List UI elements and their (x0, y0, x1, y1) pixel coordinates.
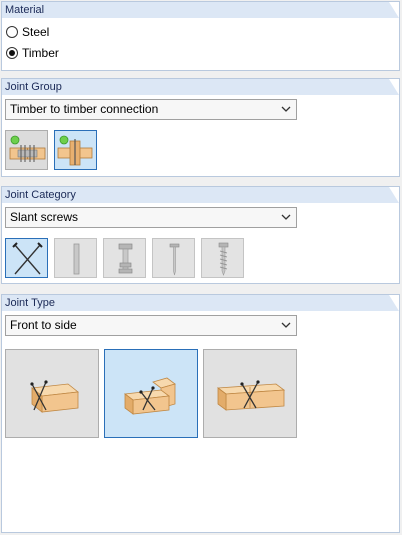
screw-button[interactable] (201, 238, 244, 278)
bolt-button[interactable] (103, 238, 146, 278)
beam-end-screws-icon (30, 380, 80, 413)
front-to-side-screws-icon (123, 377, 176, 415)
radio-timber-label: Timber (22, 46, 59, 60)
joint-type-option-3[interactable] (203, 349, 297, 438)
slant-screws-icon (12, 242, 43, 275)
radio-steel-indicator[interactable] (6, 26, 18, 38)
joint-category-dropdown[interactable]: Slant screws (5, 207, 297, 228)
chevron-down-icon (281, 322, 291, 328)
timber-splice-plate-button[interactable] (5, 130, 48, 170)
joint-type-option-2[interactable] (104, 349, 198, 438)
radio-steel-label: Steel (22, 25, 50, 39)
joint-type-dropdown-value: Front to side (10, 318, 77, 332)
dowel-icon (73, 243, 80, 275)
radio-timber[interactable]: Timber (6, 45, 59, 61)
joint-type-section: Joint Type Front to side (1, 294, 400, 533)
nail-icon (169, 243, 180, 276)
side-screws-icon (216, 380, 286, 411)
chevron-down-icon (281, 214, 291, 220)
slant-screws-button[interactable] (5, 238, 48, 278)
bolt-icon (118, 243, 133, 274)
timber-cross-connection-button[interactable] (54, 130, 97, 170)
joint-group-dropdown[interactable]: Timber to timber connection (5, 99, 297, 120)
nail-button[interactable] (152, 238, 195, 278)
joint-category-section: Joint Category Slant screws (1, 186, 400, 284)
timber-cross-connection-icon (57, 135, 93, 166)
joint-type-option-1[interactable] (5, 349, 99, 438)
joint-group-section: Joint Group Timber to timber connection (1, 78, 400, 177)
material-header: Material (2, 2, 399, 18)
dowel-button[interactable] (54, 238, 97, 278)
joint-group-dropdown-value: Timber to timber connection (10, 102, 159, 116)
joint-type-header: Joint Type (2, 295, 399, 311)
radio-steel[interactable]: Steel (6, 24, 49, 40)
radio-timber-indicator[interactable] (6, 47, 18, 59)
screw-icon (218, 242, 229, 276)
joint-group-header: Joint Group (2, 79, 399, 95)
material-section: Material Steel Timber (1, 1, 400, 71)
timber-splice-plate-icon (9, 135, 46, 162)
joint-category-dropdown-value: Slant screws (10, 210, 79, 224)
joint-category-header: Joint Category (2, 187, 399, 203)
chevron-down-icon (281, 106, 291, 112)
joint-type-dropdown[interactable]: Front to side (5, 315, 297, 336)
